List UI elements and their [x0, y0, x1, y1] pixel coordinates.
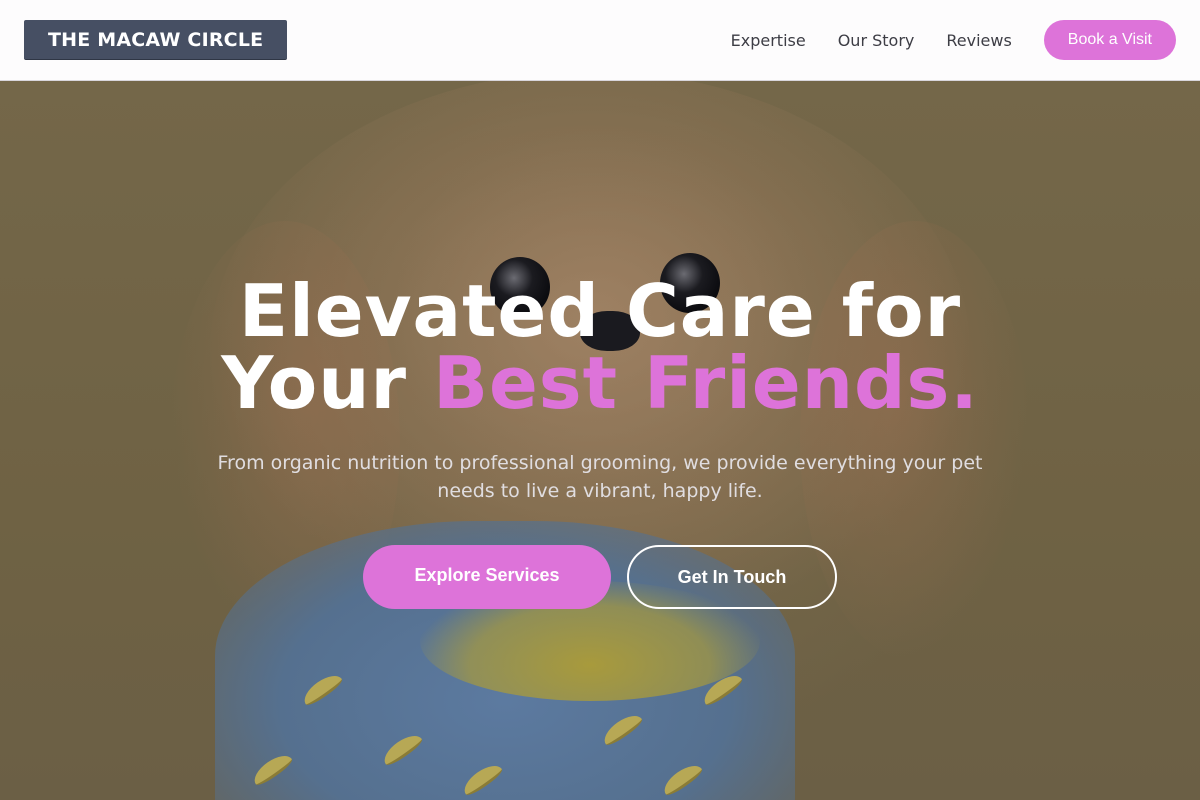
nav-link-our-story[interactable]: Our Story	[838, 31, 915, 50]
headline-accent: Best Friends.	[433, 341, 979, 425]
hero-cta-row: Explore Services Get In Touch	[0, 545, 1200, 609]
explore-services-button[interactable]: Explore Services	[363, 545, 611, 609]
site-logo[interactable]: THE MACAW CIRCLE	[24, 20, 288, 60]
hero-content: Elevated Care for Your Best Friends. Fro…	[0, 275, 1200, 609]
get-in-touch-button[interactable]: Get In Touch	[627, 545, 837, 609]
nav-link-reviews[interactable]: Reviews	[946, 31, 1011, 50]
hero-subtext: From organic nutrition to professional g…	[217, 452, 983, 502]
hero-section: Elevated Care for Your Best Friends. Fro…	[0, 81, 1200, 800]
site-header: THE MACAW CIRCLE Expertise Our Story Rev…	[0, 0, 1200, 81]
book-visit-button[interactable]: Book a Visit	[1043, 20, 1176, 60]
nav-link-expertise[interactable]: Expertise	[731, 31, 806, 50]
main-nav: Expertise Our Story Reviews Book a Visit	[731, 20, 1176, 60]
headline-line-2-prefix: Your	[221, 341, 434, 425]
hero-headline: Elevated Care for Your Best Friends.	[0, 275, 1200, 419]
